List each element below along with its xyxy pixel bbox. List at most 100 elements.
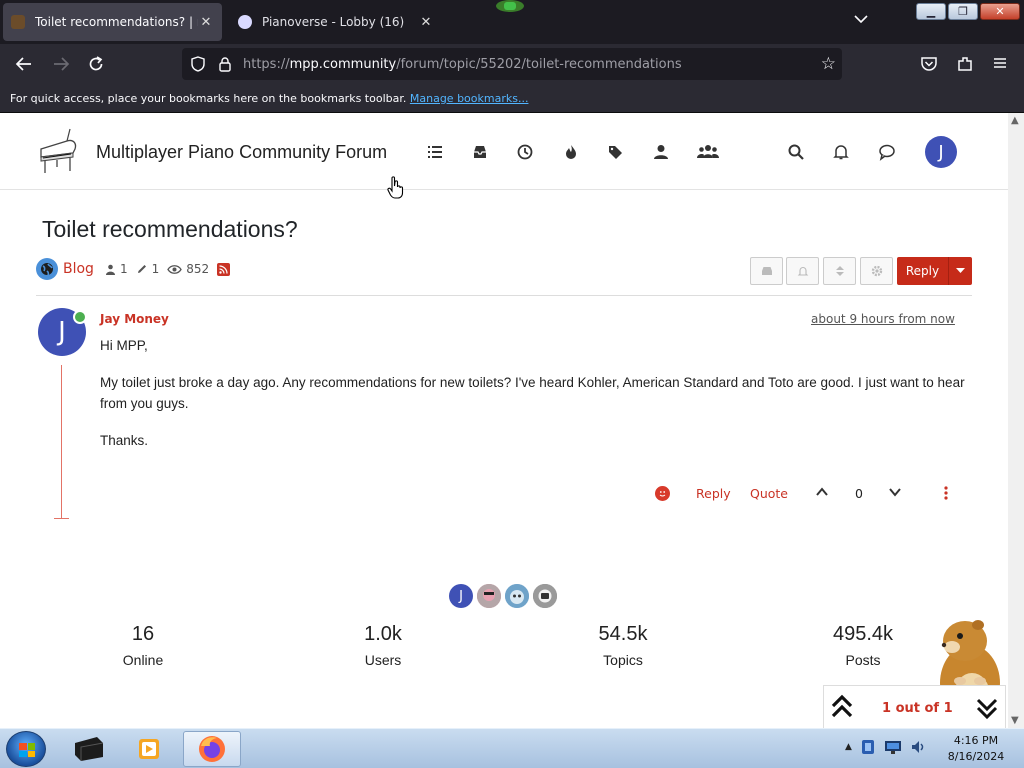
stat-users: 1.0k Users: [313, 623, 453, 668]
user-avatar[interactable]: J: [925, 136, 957, 168]
recent-icon[interactable]: [516, 143, 534, 161]
downvote-chevron-icon[interactable]: [888, 485, 902, 499]
list-all-tabs-button[interactable]: [854, 12, 868, 28]
online-user-avatar[interactable]: [505, 584, 529, 608]
post-reply-button[interactable]: Reply: [696, 486, 731, 501]
views-count: 852: [167, 262, 209, 276]
piano-logo-icon[interactable]: [37, 127, 79, 175]
post-timestamp[interactable]: about 9 hours from now: [811, 312, 955, 326]
menu-icon[interactable]: [989, 55, 1011, 75]
bell-icon: [797, 267, 808, 276]
unread-icon[interactable]: [471, 143, 489, 161]
firefox-icon: [199, 736, 225, 762]
online-user-avatar[interactable]: [477, 584, 501, 608]
reply-options-button[interactable]: [948, 257, 972, 285]
close-window-button[interactable]: ✕: [980, 3, 1020, 20]
lock-icon[interactable]: [218, 56, 232, 72]
url-text[interactable]: https://mpp.community/forum/topic/55202/…: [243, 57, 682, 72]
user-icon[interactable]: [652, 143, 670, 161]
post-author-name[interactable]: Jay Money: [100, 312, 169, 326]
tab-title: Toilet recommendations? | mpp: [35, 15, 198, 29]
bookmarks-toolbar: For quick access, place your bookmarks h…: [0, 86, 1024, 113]
browser-tab-bar: Toilet recommendations? | mpp ✕ Pianover…: [0, 0, 1024, 44]
sort-button[interactable]: [823, 257, 856, 285]
watch-topic-button[interactable]: [786, 257, 819, 285]
popular-icon[interactable]: [562, 143, 580, 161]
volume-icon[interactable]: [910, 739, 926, 755]
network-icon[interactable]: [884, 739, 902, 755]
theme-decoration-icon: [496, 0, 524, 12]
post-paragraph: Thanks.: [100, 433, 149, 448]
tracking-shield-icon[interactable]: [190, 56, 206, 72]
stat-label: Online: [122, 652, 164, 668]
close-tab-icon[interactable]: ✕: [198, 15, 214, 30]
scroll-down-icon[interactable]: ▼: [1011, 715, 1019, 726]
eye-icon: [167, 264, 182, 274]
window-controls: ▁ ❐ ✕: [916, 3, 1020, 20]
tab-title: Pianoverse - Lobby (16): [262, 15, 405, 29]
forum-stats: 16 Online 1.0k Users 54.5k Topics 495.4k…: [0, 623, 1008, 683]
minimize-button[interactable]: ▁: [916, 3, 946, 20]
taskbar-clock[interactable]: 4:16 PM 8/16/2024: [938, 733, 1014, 765]
user-icon: [105, 264, 115, 275]
groups-icon[interactable]: [697, 143, 719, 161]
reply-button[interactable]: Reply: [897, 257, 948, 285]
online-user-avatar[interactable]: [533, 584, 557, 608]
upvote-chevron-icon[interactable]: [815, 485, 829, 499]
taskbar-piano-app[interactable]: [60, 731, 118, 767]
manage-bookmarks-link[interactable]: Manage bookmarks...: [410, 92, 529, 105]
address-bar[interactable]: https://mpp.community/forum/topic/55202/…: [182, 48, 842, 80]
tab-pianoverse[interactable]: Pianoverse - Lobby (16) ✕: [230, 3, 442, 41]
reload-button[interactable]: [85, 55, 107, 75]
category-link[interactable]: Blog: [63, 261, 94, 277]
posters-count: 1: [105, 262, 128, 276]
posts-value: 1: [151, 262, 160, 276]
last-page-icon[interactable]: [976, 696, 998, 720]
rss-icon[interactable]: [217, 262, 231, 276]
restore-button[interactable]: ❐: [948, 3, 978, 20]
tags-icon[interactable]: [607, 143, 625, 161]
tab-toilet-recommendations[interactable]: Toilet recommendations? | mpp ✕: [3, 3, 222, 41]
close-tab-icon[interactable]: ✕: [418, 15, 434, 30]
pagination-block: 1 out of 1: [823, 685, 1006, 728]
stat-posts: 495.4k Posts: [793, 623, 933, 668]
search-icon[interactable]: [787, 143, 805, 161]
bookmarks-message: For quick access, place your bookmarks h…: [10, 92, 407, 105]
caret-down-icon: [956, 268, 965, 273]
first-page-icon[interactable]: [830, 694, 854, 720]
bookmark-star-icon[interactable]: ☆: [821, 54, 836, 74]
taskbar-firefox[interactable]: [183, 731, 241, 767]
vote-count: 0: [855, 486, 863, 501]
reaction-icon[interactable]: [655, 486, 670, 501]
pagination-text: 1 out of 1: [882, 701, 953, 716]
tray-app-icon[interactable]: [860, 739, 876, 755]
taskbar-media-player[interactable]: [120, 731, 178, 767]
quote-button[interactable]: Quote: [750, 486, 788, 501]
notifications-bell-icon[interactable]: [832, 143, 850, 161]
show-hidden-icons-icon[interactable]: ▲: [845, 742, 852, 752]
online-user-avatar[interactable]: J: [449, 584, 473, 608]
pencil-icon: [137, 265, 146, 273]
sort-icon: [835, 266, 844, 276]
more-options-icon[interactable]: [942, 485, 950, 501]
scroll-up-icon[interactable]: ▲: [1011, 115, 1019, 126]
stat-value: 495.4k: [832, 623, 894, 645]
forward-button[interactable]: [50, 55, 72, 75]
topic-tools-button[interactable]: [860, 257, 893, 285]
forum-title[interactable]: Multiplayer Piano Community Forum: [96, 142, 387, 163]
pocket-icon[interactable]: [918, 55, 940, 75]
url-prefix: https://: [243, 57, 290, 72]
forum-header: Multiplayer Piano Community Forum J: [0, 113, 1008, 190]
stat-value: 54.5k: [598, 623, 648, 645]
topic-meta: Blog 1 1 852: [36, 258, 231, 280]
stat-online: 16 Online: [73, 623, 213, 668]
extensions-icon[interactable]: [954, 55, 976, 75]
back-button[interactable]: [13, 55, 35, 75]
media-player-icon: [139, 739, 159, 759]
start-button[interactable]: [6, 731, 46, 767]
chats-icon[interactable]: [878, 143, 896, 161]
topic-title: Toilet recommendations?: [42, 216, 298, 242]
page-scrollbar[interactable]: ▲ ▼: [1008, 113, 1024, 728]
mark-unread-button[interactable]: [750, 257, 783, 285]
categories-icon[interactable]: [426, 143, 444, 161]
